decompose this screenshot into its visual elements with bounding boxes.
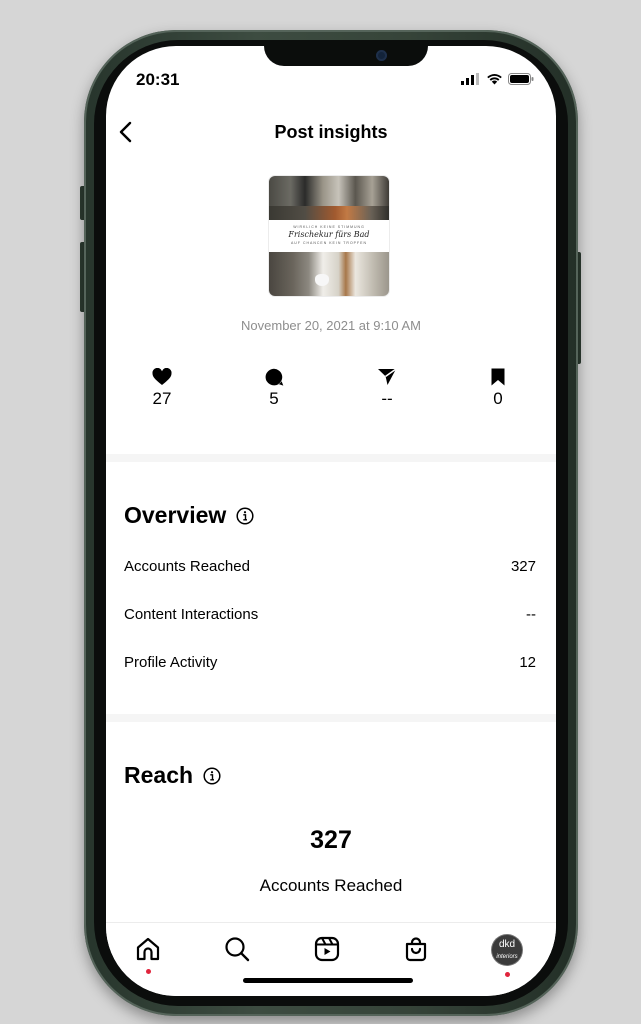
signal-icon — [461, 73, 479, 85]
tab-shop[interactable] — [402, 935, 432, 965]
row-value: -- — [526, 606, 536, 623]
tab-search[interactable] — [223, 935, 253, 965]
status-time: 20:31 — [136, 70, 180, 89]
shares-count: -- — [381, 389, 393, 408]
thumbnail-caption-bottom: AUF CHANCEN KEIN TROPFEN — [290, 241, 368, 245]
thumbnail-caption-script: Frischekur fürs Bad — [288, 230, 370, 239]
phone-screen: 20:31 Post insights WIRKLICH KEINE STIMM… — [106, 46, 556, 996]
page-title: Post insights — [274, 122, 388, 142]
post-stats: 27 5 -- 0 — [106, 368, 556, 428]
reels-icon — [314, 936, 340, 962]
overview-row-content-interactions[interactable]: Content Interactions -- — [124, 606, 536, 628]
row-value: 12 — [519, 654, 536, 671]
section-divider — [106, 454, 556, 462]
thumbnail-text: WIRKLICH KEINE STIMMUNG Frischekur fürs … — [269, 220, 389, 252]
tab-profile[interactable]: dkd interiors — [492, 935, 522, 977]
row-label: Profile Activity — [124, 654, 218, 671]
device-stage: 20:31 Post insights WIRKLICH KEINE STIMM… — [0, 0, 641, 1024]
likes-count: 27 — [152, 389, 172, 408]
tab-reels[interactable] — [313, 935, 343, 965]
overview-title: Overview — [124, 502, 227, 528]
saves-count: 0 — [493, 389, 503, 408]
thumbnail-caption-small: WIRKLICH KEINE STIMMUNG — [293, 225, 365, 229]
stat-saves[interactable]: 0 — [468, 368, 528, 409]
home-icon — [136, 937, 160, 961]
comments-count: 5 — [269, 389, 279, 408]
notification-dot — [505, 972, 510, 977]
overview-heading: Overview — [124, 502, 254, 529]
wifi-icon — [487, 74, 502, 85]
notch — [264, 46, 428, 66]
status-icons — [461, 73, 534, 85]
overview-row-profile-activity[interactable]: Profile Activity 12 — [124, 654, 536, 676]
stat-likes[interactable]: 27 — [132, 368, 192, 409]
tab-home[interactable] — [134, 935, 164, 974]
share-icon — [378, 368, 397, 385]
row-label: Accounts Reached — [124, 558, 250, 575]
reach-heading: Reach — [124, 762, 221, 789]
header: Post insights — [106, 114, 556, 150]
bottom-tab-bar: dkd interiors — [106, 922, 556, 996]
notification-dot — [146, 969, 151, 974]
stat-comments[interactable]: 5 — [244, 368, 304, 409]
section-divider — [106, 714, 556, 722]
heart-icon — [152, 368, 172, 385]
avatar-subtext: interiors — [496, 954, 518, 960]
row-label: Content Interactions — [124, 606, 259, 623]
info-icon[interactable] — [236, 506, 254, 525]
info-icon[interactable] — [203, 766, 221, 785]
reach-title: Reach — [124, 762, 194, 788]
battery-icon — [508, 73, 534, 85]
row-value: 327 — [510, 558, 536, 575]
comment-icon — [265, 368, 284, 386]
front-camera — [376, 50, 387, 61]
home-indicator[interactable] — [243, 978, 413, 983]
thumbnail-photo-top — [269, 176, 389, 220]
profile-avatar: dkd interiors — [492, 935, 522, 965]
stat-shares[interactable]: -- — [357, 368, 417, 409]
reach-number: 327 — [310, 826, 352, 854]
post-thumbnail[interactable]: WIRKLICH KEINE STIMMUNG Frischekur fürs … — [269, 176, 389, 296]
search-icon — [225, 937, 250, 962]
thumbnail-photo-bottom — [269, 252, 389, 296]
overview-row-accounts-reached[interactable]: Accounts Reached 327 — [124, 558, 536, 580]
bookmark-icon — [491, 368, 505, 386]
avatar-initials: dkd — [498, 939, 516, 950]
post-date: November 20, 2021 at 9:10 AM — [241, 318, 421, 333]
reach-caption: Accounts Reached — [259, 876, 403, 895]
shop-icon — [405, 937, 427, 962]
